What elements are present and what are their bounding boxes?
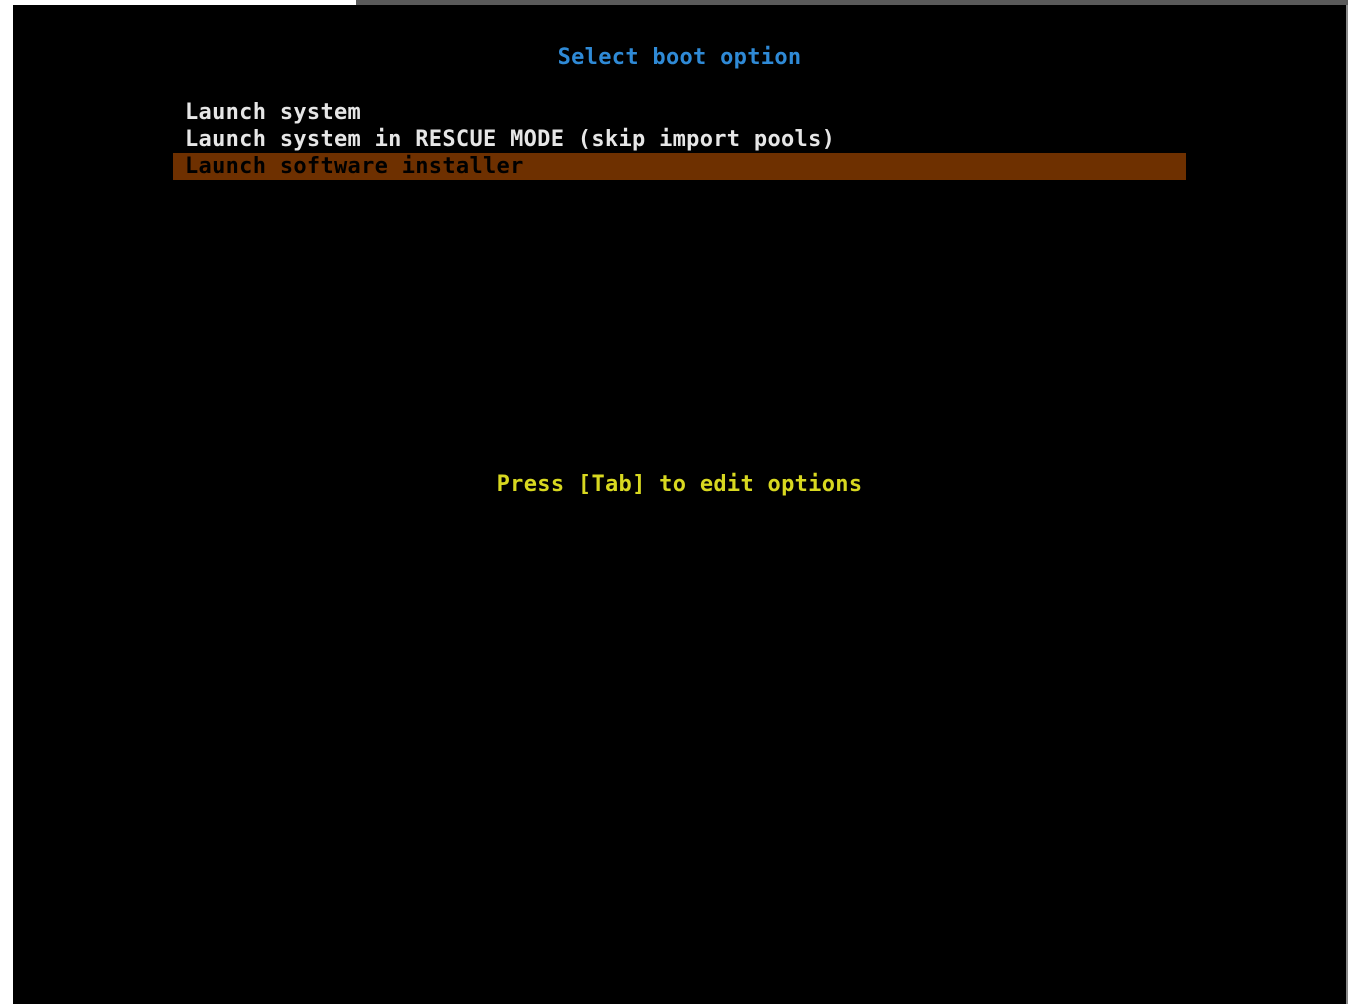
boot-option-launch-system[interactable]: Launch system <box>173 99 1186 126</box>
boot-menu-title: Select boot option <box>557 45 802 70</box>
boot-screen: Select boot option Launch system Launch … <box>13 5 1346 1004</box>
boot-option-software-installer[interactable]: Launch software installer <box>173 153 1186 180</box>
boot-menu: Launch system Launch system in RESCUE MO… <box>173 99 1186 180</box>
edit-options-hint: Press [Tab] to edit options <box>496 472 863 497</box>
boot-option-rescue-mode[interactable]: Launch system in RESCUE MODE (skip impor… <box>173 126 1186 153</box>
